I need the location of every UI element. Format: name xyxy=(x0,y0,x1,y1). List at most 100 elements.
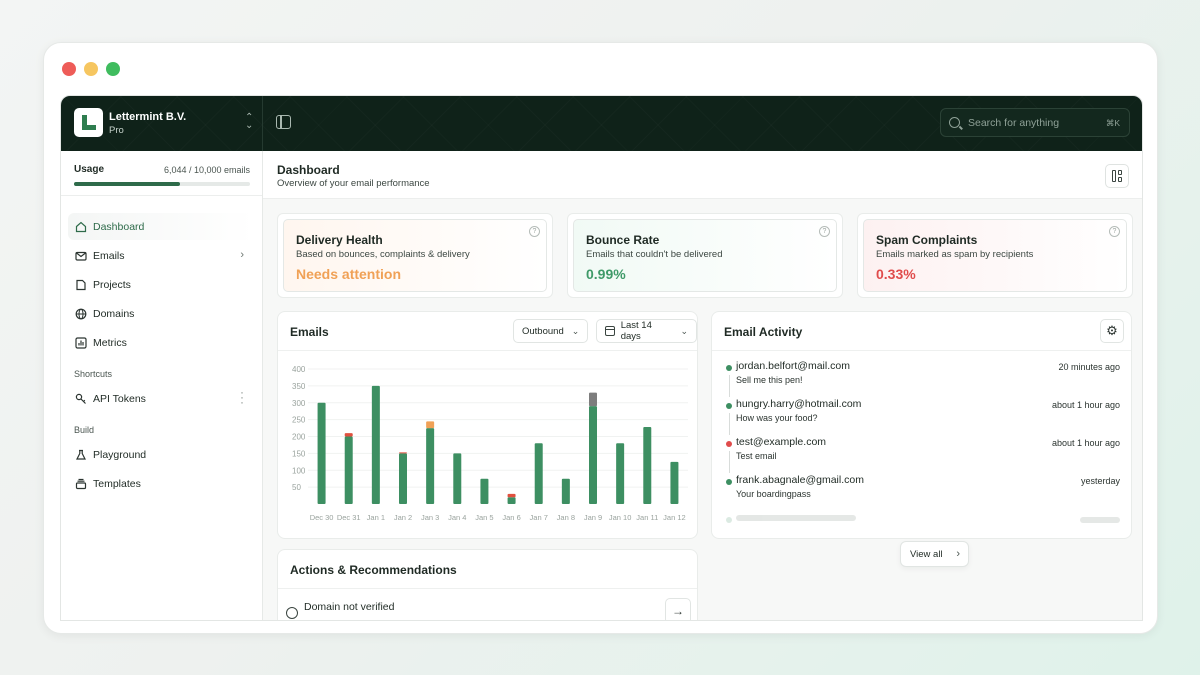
bar-segment[interactable] xyxy=(426,428,435,504)
chevron-down-icon: ⌄ xyxy=(680,325,688,336)
org-switcher[interactable]: Lettermint B.V. Pro ⌃ ⌄ xyxy=(61,96,263,151)
sidebar-item-label: Dashboard xyxy=(93,220,145,233)
status-dot xyxy=(726,365,732,371)
layout-toggle-button[interactable] xyxy=(1105,164,1129,188)
bar-segment[interactable] xyxy=(670,461,679,504)
bar-segment[interactable] xyxy=(399,453,407,504)
sidebar-item-api-tokens[interactable]: API Tokens · · · xyxy=(68,385,254,412)
page-header: Dashboard Overview of your email perform… xyxy=(263,151,1142,199)
bar-segment[interactable] xyxy=(534,443,543,504)
bar-segment[interactable] xyxy=(507,493,516,498)
x-tick-label: Jan 7 xyxy=(530,513,548,522)
arrow-right-icon: → xyxy=(672,604,684,618)
bar-segment[interactable] xyxy=(399,452,407,454)
stat-card-inner: Delivery Health Based on bounces, compla… xyxy=(283,219,547,292)
activity-time: about 1 hour ago xyxy=(1051,400,1120,410)
chevron-right-icon: › xyxy=(956,548,960,560)
bar-segment[interactable] xyxy=(643,427,652,504)
stat-card-spam-complaints: Spam Complaints Emails marked as spam by… xyxy=(857,213,1133,298)
maximize-window-button[interactable] xyxy=(106,62,120,76)
arrow-right-button[interactable]: → xyxy=(665,598,691,620)
y-tick-label: 200 xyxy=(292,433,306,442)
help-icon[interactable]: ? xyxy=(1109,226,1120,237)
activity-item[interactable]: frank.abagnale@gmail.com Your boardingpa… xyxy=(724,473,1120,511)
help-icon[interactable]: ? xyxy=(529,226,540,237)
more-options-icon[interactable]: · · · xyxy=(240,386,244,408)
bar-segment[interactable] xyxy=(453,453,462,504)
bar-segment[interactable] xyxy=(344,433,353,437)
window-controls xyxy=(62,62,120,76)
x-tick-label: Dec 31 xyxy=(337,513,361,522)
activity-email-placeholder xyxy=(736,515,856,521)
sidebar-item-label: API Tokens xyxy=(93,392,146,405)
direction-select[interactable]: Outbound ⌄ xyxy=(513,319,589,343)
usage-progress-fill xyxy=(74,182,181,186)
email-activity-card: Email Activity ⚙ jordan.belfort@mail.com… xyxy=(711,311,1132,567)
activity-email: frank.abagnale@gmail.com xyxy=(736,474,864,486)
usage-value: 6,044 / 10,000 emails xyxy=(163,165,250,175)
minimize-window-button[interactable] xyxy=(84,62,98,76)
stat-title: Delivery Health xyxy=(296,233,383,247)
y-tick-label: 150 xyxy=(292,449,306,458)
key-icon xyxy=(75,393,87,405)
sidebar-item-emails[interactable]: Emails › xyxy=(68,242,254,269)
chevron-down-icon: ⌄ xyxy=(571,325,580,336)
activity-list: jordan.belfort@mail.com Sell me this pen… xyxy=(724,359,1120,567)
view-all-button[interactable]: View all › xyxy=(900,541,969,567)
sidebar-item-label: Projects xyxy=(93,278,131,291)
stack-icon xyxy=(75,478,87,490)
stat-title: Spam Complaints xyxy=(876,233,978,247)
org-plan: Pro xyxy=(109,125,124,136)
y-tick-label: 50 xyxy=(292,483,301,492)
sidebar-item-playground[interactable]: Playground xyxy=(68,441,254,468)
activity-email: test@example.com xyxy=(736,436,827,448)
recommendation-item[interactable]: Domain not verified → xyxy=(286,598,691,620)
window-frame: Lettermint B.V. Pro ⌃ ⌄ Search for anythi… xyxy=(43,42,1158,634)
bar-segment[interactable] xyxy=(589,392,597,407)
sidebar-item-templates[interactable]: Templates xyxy=(68,470,254,497)
emails-chart-card: Emails Outbound ⌄ Last 14 days ⌄ 50 100 15… xyxy=(277,311,698,539)
bar-segment[interactable] xyxy=(507,497,516,504)
bar-segment[interactable] xyxy=(426,421,435,429)
date-range-select[interactable]: Last 14 days ⌄ xyxy=(596,319,697,343)
x-tick-label: Jan 10 xyxy=(609,513,632,522)
section-label-shortcuts: Shortcuts xyxy=(74,369,113,379)
activity-time: 20 minutes ago xyxy=(1058,362,1120,372)
settings-button[interactable]: ⚙ xyxy=(1100,319,1124,343)
bar-segment[interactable] xyxy=(589,406,597,504)
stat-card-delivery-health: Delivery Health Based on bounces, compla… xyxy=(277,213,553,298)
search-shortcut: ⌘K xyxy=(1105,118,1120,128)
x-tick-label: Jan 12 xyxy=(663,513,686,522)
sidebar-item-metrics[interactable]: Metrics xyxy=(68,329,254,356)
sidebar-item-domains[interactable]: Domains xyxy=(68,300,254,327)
help-icon[interactable]: ? xyxy=(819,226,830,237)
bar-segment[interactable] xyxy=(344,436,353,505)
sidebar-nav: Dashboard Emails › Projects Domains Metr… xyxy=(68,213,254,499)
top-bar: Lettermint B.V. Pro ⌃ ⌄ Search for anythi… xyxy=(61,96,1142,151)
bar-segment[interactable] xyxy=(480,478,489,504)
x-tick-label: Jan 6 xyxy=(502,513,520,522)
search-input[interactable]: Search for anything ⌘K xyxy=(940,108,1130,137)
activity-time-placeholder xyxy=(1080,517,1120,523)
bar-segment[interactable] xyxy=(317,402,326,504)
sidebar-item-projects[interactable]: Projects xyxy=(68,271,254,298)
card-title: Email Activity xyxy=(724,325,803,339)
search-placeholder: Search for anything xyxy=(968,117,1060,129)
card-title: Actions & Recommendations xyxy=(290,563,457,577)
activity-item[interactable]: test@example.com Test email about 1 hour… xyxy=(724,435,1120,473)
x-tick-label: Jan 9 xyxy=(584,513,602,522)
activity-item[interactable]: hungry.harry@hotmail.com How was your fo… xyxy=(724,397,1120,435)
x-tick-label: Jan 11 xyxy=(636,513,658,522)
bar-segment[interactable] xyxy=(561,478,570,504)
bar-segment[interactable] xyxy=(371,385,380,504)
sidebar-toggle-icon[interactable] xyxy=(276,115,291,129)
x-tick-label: Jan 1 xyxy=(367,513,385,522)
stat-card-bounce-rate: Bounce Rate Emails that couldn't be deli… xyxy=(567,213,843,298)
flask-icon xyxy=(75,449,87,461)
x-tick-label: Jan 4 xyxy=(448,513,466,522)
stat-value: Needs attention xyxy=(296,266,402,282)
close-window-button[interactable] xyxy=(62,62,76,76)
bar-segment[interactable] xyxy=(616,443,625,504)
activity-item[interactable]: jordan.belfort@mail.com Sell me this pen… xyxy=(724,359,1120,397)
sidebar-item-dashboard[interactable]: Dashboard xyxy=(68,213,254,240)
